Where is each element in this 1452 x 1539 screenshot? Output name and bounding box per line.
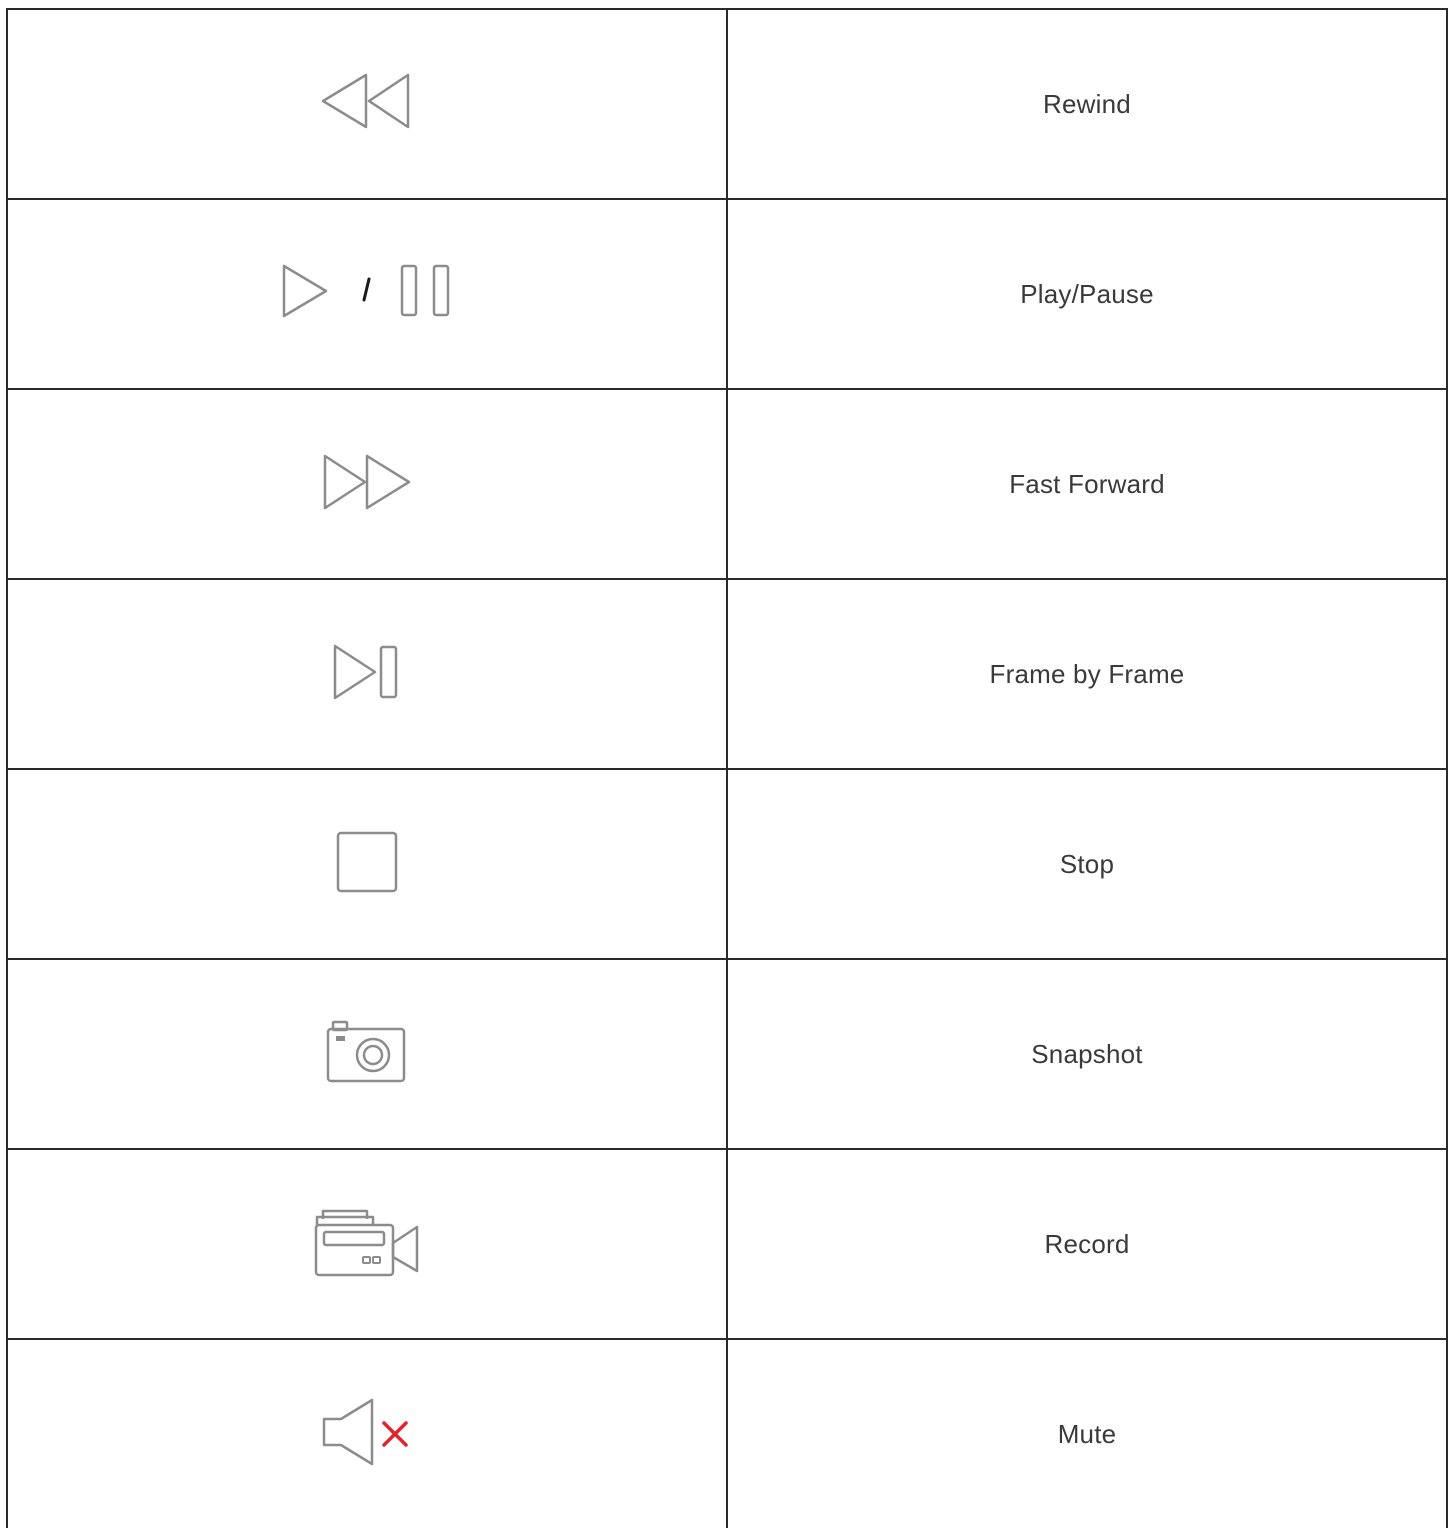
table-row: Play/Pause [6,198,1448,390]
control-label: Play/Pause [1020,278,1154,309]
control-label: Rewind [1043,88,1131,119]
table-row: Record [6,1148,1448,1340]
control-label: Record [1044,1228,1130,1259]
label-cell: Frame by Frame [726,578,1448,770]
label-cell: Fast Forward [726,388,1448,580]
table-row: Fast Forward [6,388,1448,580]
icon-cell [6,958,728,1150]
table-row: Mute [6,1338,1448,1528]
label-cell: Play/Pause [726,198,1448,390]
label-cell: Record [726,1148,1448,1340]
frame-by-frame-icon [331,642,403,702]
icon-cell [6,578,728,770]
control-label: Stop [1059,848,1115,879]
label-cell: Rewind [726,8,1448,200]
stop-icon [335,830,399,894]
table-row: Snapshot [6,958,1448,1150]
record-icon [313,1205,421,1279]
label-cell: Mute [726,1338,1448,1528]
fast-forward-icon [321,452,413,512]
play-pause-icon [280,262,454,322]
rewind-icon [321,72,413,132]
icon-cell [6,388,728,580]
icon-cell [6,8,728,200]
playback-controls-table: Rewind Play/Pause Fast Forward Frame by … [6,8,1448,1528]
label-cell: Snapshot [726,958,1448,1150]
icon-cell [6,1148,728,1340]
table-row: Frame by Frame [6,578,1448,770]
icon-cell [6,768,728,960]
icon-cell [6,1338,728,1528]
control-label: Fast Forward [1009,468,1165,499]
mute-icon [320,1397,414,1467]
control-label: Frame by Frame [989,658,1185,689]
label-cell: Stop [726,768,1448,960]
control-label: Snapshot [1031,1038,1143,1069]
table-row: Stop [6,768,1448,960]
icon-cell [6,198,728,390]
control-label: Mute [1057,1418,1117,1449]
snapshot-icon [325,1020,409,1084]
table-row: Rewind [6,8,1448,200]
